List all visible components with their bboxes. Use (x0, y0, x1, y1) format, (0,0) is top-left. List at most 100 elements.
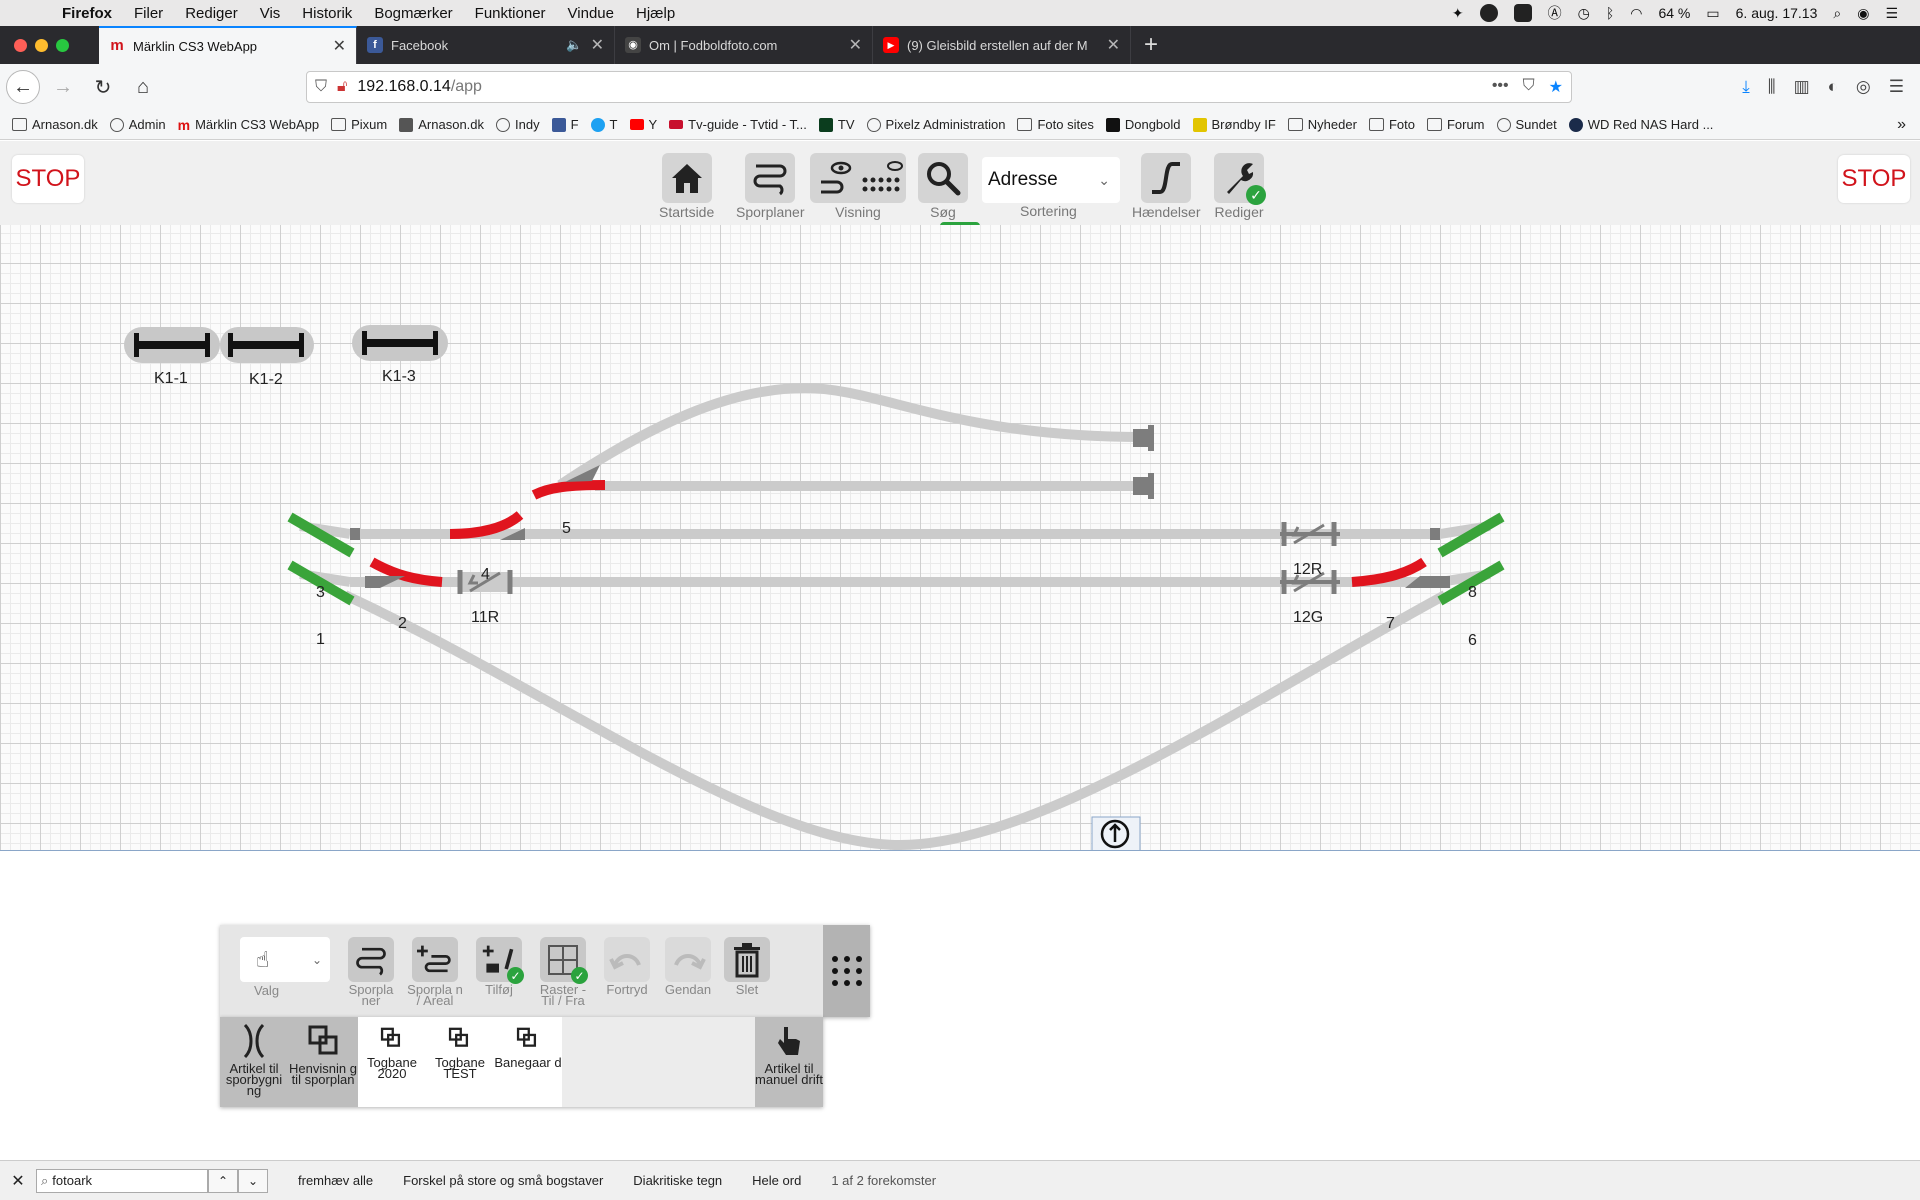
tab-close-icon[interactable]: ✕ (849, 35, 862, 55)
back-button[interactable]: ← (6, 70, 40, 104)
bookmark-item[interactable]: Indy (496, 117, 540, 132)
match-case-option[interactable]: Forskel på store og små bogstaver (403, 1173, 603, 1188)
bookmark-item[interactable]: Arnason.dk (12, 117, 98, 132)
uncoupler-12r[interactable] (1280, 522, 1340, 546)
tool-redo[interactable]: Gendan (663, 937, 713, 996)
search-tool[interactable]: Søg (918, 153, 968, 220)
track-siding-1[interactable] (557, 382, 1146, 490)
bookmarks-overflow-icon[interactable]: » (1897, 116, 1920, 134)
select-mode-dropdown[interactable]: ☝ ⌄ (240, 937, 330, 982)
home-tool[interactable]: Startside (659, 153, 714, 220)
bookmark-item[interactable]: Brøndby IF (1192, 117, 1276, 132)
bookmark-item[interactable]: Sundet (1496, 117, 1557, 132)
whole-words-option[interactable]: Hele ord (752, 1173, 801, 1188)
pocket-icon[interactable]: ⛉ (1523, 77, 1535, 97)
trackplans-tool[interactable]: Sporplaner (736, 153, 805, 220)
edit-tool[interactable]: ✓ Rediger (1214, 153, 1266, 220)
tool-undo[interactable]: Fortryd (602, 937, 652, 996)
bookmark-item[interactable]: Dongbold (1105, 117, 1181, 132)
bookmark-item[interactable]: Admin (109, 117, 166, 132)
bookmark-item[interactable]: Forum (1426, 117, 1485, 132)
time-machine-icon[interactable]: ◷ (1578, 5, 1590, 22)
bluetooth-icon[interactable]: ᛒ (1606, 5, 1614, 21)
category-togbane-test[interactable]: Togbane TEST (426, 1017, 494, 1107)
tool-trackplans[interactable]: Sporpla ner (346, 937, 396, 1007)
bookmark-item[interactable]: Arnason.dk (399, 117, 484, 132)
status-app-icon[interactable] (1479, 4, 1498, 22)
events-tool[interactable]: Hændelser (1132, 153, 1200, 220)
menu-edit[interactable]: Rediger (174, 5, 249, 22)
find-next-button[interactable]: ⌄ (238, 1168, 268, 1193)
insecure-lock-icon[interactable]: 🔓︎ (337, 78, 347, 96)
info-marker[interactable] (1091, 816, 1141, 851)
library-icon[interactable]: ⫼ (1768, 77, 1776, 97)
category-track-articles[interactable]: Artikel til sporbygni ng (220, 1017, 288, 1107)
bookmark-item[interactable]: m Märklin CS3 WebApp (178, 117, 320, 133)
menu-history[interactable]: Historik (291, 5, 363, 22)
wifi-icon[interactable]: ◠ (1630, 5, 1642, 22)
tool-add[interactable]: ✓ Tilføj (474, 937, 524, 996)
menu-bookmarks[interactable]: Bogmærker (363, 5, 463, 22)
dropbox-icon[interactable]: ✦ (1452, 5, 1464, 22)
zoom-window-button[interactable] (56, 38, 69, 52)
hamburger-menu-icon[interactable]: ☰ (1889, 77, 1904, 97)
close-find-icon[interactable]: ✕ (8, 1171, 28, 1191)
category-manual-operation[interactable]: Artikel til manuel drift (755, 1017, 823, 1107)
bookmark-item[interactable]: Tv-guide - Tvtid - T... (669, 117, 807, 132)
switch-siding-active[interactable] (531, 480, 606, 500)
highlight-all-option[interactable]: fremhæv alle (298, 1173, 373, 1188)
shield-icon[interactable]: ⛉ (315, 78, 327, 96)
tool-delete[interactable]: Slet (722, 937, 772, 996)
speaker-icon[interactable]: 🔈 (566, 37, 582, 53)
palette-drag-handle[interactable] (823, 925, 870, 1017)
sort-dropdown[interactable]: Adresse ⌄ (982, 157, 1120, 203)
find-input[interactable]: ⌕ fotoark (36, 1168, 208, 1193)
page-actions-icon[interactable]: ••• (1492, 77, 1509, 97)
bookmark-item[interactable]: F (551, 117, 579, 132)
bookmark-item[interactable]: Foto (1368, 117, 1415, 132)
extension-icon[interactable]: ◐ (1828, 77, 1838, 97)
url-bar[interactable]: ⛉ 🔓︎ 192.168.0.14/app ••• ⛉ ★ (306, 71, 1572, 103)
tab-youtube[interactable]: ▶ (9) Gleisbild erstellen auf der M ✕ (873, 26, 1131, 64)
bookmark-item[interactable]: WD Red NAS Hard ... (1568, 117, 1713, 132)
tool-grid-toggle[interactable]: ✓ Raster - Til / Fra (538, 937, 588, 1007)
home-button[interactable]: ⌂ (126, 70, 160, 104)
status-app-icon-2[interactable] (1513, 4, 1532, 22)
k1-3-button[interactable] (352, 325, 448, 361)
view-tool[interactable]: Visning (810, 153, 906, 220)
bookmark-item[interactable]: Pixum (331, 117, 387, 132)
k1-1-button[interactable] (124, 327, 220, 363)
status-app-icon-3[interactable]: Ⓐ (1548, 3, 1562, 23)
menu-tools[interactable]: Funktioner (464, 5, 557, 22)
battery-percent[interactable]: 64 % (1658, 5, 1690, 21)
track-layout-canvas[interactable]: K1-1 K1-2 K1-3 5 4 3 1 2 11R 12R 12G 8 7… (0, 225, 1920, 851)
spotlight-icon[interactable]: ⌕ (1833, 5, 1841, 22)
k1-2-button[interactable] (220, 327, 314, 363)
battery-icon[interactable]: ▭ (1706, 5, 1719, 22)
downloads-icon[interactable]: ⤓ (1742, 77, 1750, 97)
notification-center-icon[interactable]: ☰ (1885, 5, 1898, 22)
account-icon[interactable]: ◎ (1856, 77, 1871, 97)
clock[interactable]: 6. aug. 17.13 (1736, 5, 1818, 21)
menu-app-name[interactable]: Firefox (60, 5, 123, 22)
track-loop-bottom[interactable] (342, 590, 1448, 850)
menu-view[interactable]: Vis (249, 5, 292, 22)
bookmark-item[interactable]: Nyheder (1287, 117, 1357, 132)
siri-icon[interactable]: ◉ (1857, 5, 1869, 22)
bookmark-item[interactable]: Pixelz Administration (866, 117, 1005, 132)
stop-button-left[interactable]: STOP (12, 155, 84, 203)
menu-help[interactable]: Hjælp (625, 5, 686, 22)
category-togbane-2020[interactable]: Togbane 2020 (358, 1017, 426, 1107)
category-banegaard[interactable]: Banegaar d (494, 1017, 562, 1107)
tool-trackplan-area[interactable]: Sporpla n / Areal (407, 937, 463, 1007)
tab-fodboldfoto[interactable]: ◉ Om | Fodboldfoto.com ✕ (615, 26, 873, 64)
tab-close-icon[interactable]: ✕ (591, 35, 604, 55)
forward-button[interactable]: → (46, 70, 80, 104)
tab-marklin[interactable]: m Märklin CS3 WebApp ✕ (99, 26, 357, 64)
bookmark-star-icon[interactable]: ★ (1549, 77, 1563, 97)
bookmark-item[interactable]: TV (818, 117, 855, 132)
new-tab-button[interactable]: + (1131, 26, 1171, 64)
sidebar-icon[interactable]: ▥ (1794, 77, 1810, 97)
bookmark-item[interactable]: Y (629, 117, 657, 132)
tab-close-icon[interactable]: ✕ (1107, 35, 1120, 55)
